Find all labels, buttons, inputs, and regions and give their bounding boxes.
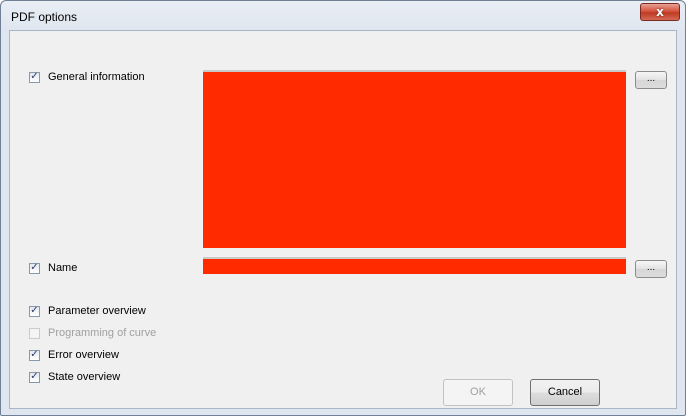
name-label: Name bbox=[48, 262, 78, 274]
checkmark-icon: ✓ bbox=[30, 305, 39, 316]
title-bar[interactable]: PDF options x bbox=[1, 1, 685, 31]
general-information-checkbox[interactable]: ✓ bbox=[29, 71, 40, 83]
state-overview-option[interactable]: ✓ State overview bbox=[29, 371, 120, 383]
pdf-options-dialog: PDF options x ✓ General information ... … bbox=[0, 0, 686, 416]
checkmark-icon: ✓ bbox=[30, 349, 39, 360]
general-information-option[interactable]: ✓ General information bbox=[29, 71, 145, 83]
programming-of-curve-checkbox[interactable] bbox=[29, 327, 40, 339]
state-overview-label: State overview bbox=[48, 371, 121, 383]
dialog-content: ✓ General information ... ✓ Name ... ✓ P… bbox=[9, 30, 677, 409]
general-information-preview bbox=[203, 70, 626, 248]
general-information-label: General information bbox=[48, 71, 145, 83]
name-option[interactable]: ✓ Name bbox=[29, 262, 77, 274]
general-information-browse-button[interactable]: ... bbox=[635, 71, 667, 89]
cancel-button[interactable]: Cancel bbox=[530, 379, 600, 406]
checkmark-icon: ✓ bbox=[30, 262, 39, 273]
error-overview-option[interactable]: ✓ Error overview bbox=[29, 349, 119, 361]
programming-of-curve-option[interactable]: Programming of curve bbox=[29, 327, 156, 339]
parameter-overview-option[interactable]: ✓ Parameter overview bbox=[29, 305, 146, 317]
close-button[interactable]: x bbox=[640, 3, 680, 21]
name-checkbox[interactable]: ✓ bbox=[29, 262, 40, 274]
name-preview bbox=[203, 257, 626, 274]
parameter-overview-label: Parameter overview bbox=[48, 305, 146, 317]
error-overview-label: Error overview bbox=[48, 349, 119, 361]
error-overview-checkbox[interactable]: ✓ bbox=[29, 349, 40, 361]
programming-of-curve-label: Programming of curve bbox=[48, 327, 157, 339]
window-title: PDF options bbox=[11, 10, 78, 24]
checkmark-icon: ✓ bbox=[30, 371, 39, 382]
close-icon: x bbox=[656, 5, 664, 19]
state-overview-checkbox[interactable]: ✓ bbox=[29, 371, 40, 383]
name-browse-button[interactable]: ... bbox=[635, 260, 667, 278]
ok-button[interactable]: OK bbox=[443, 379, 513, 406]
parameter-overview-checkbox[interactable]: ✓ bbox=[29, 305, 40, 317]
checkmark-icon: ✓ bbox=[30, 71, 39, 82]
